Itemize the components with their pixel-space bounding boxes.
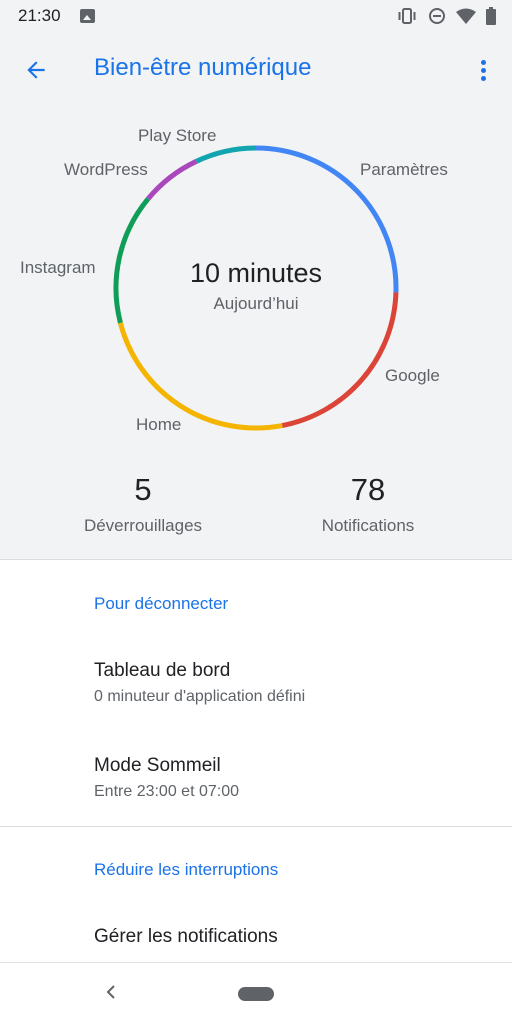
notifications-label: Notifications <box>321 516 415 535</box>
period-label: Aujourd’hui <box>213 294 299 313</box>
app-label-wordpress: WordPress <box>64 160 148 179</box>
status-icons <box>396 6 496 26</box>
dashboard-item[interactable]: Tableau de bord 0 minuteur d'application… <box>0 660 512 706</box>
vibrate-icon <box>398 8 416 24</box>
dashboard-subtitle: 0 minuteur d'application défini <box>94 688 306 705</box>
app-label-play-store: Play Store <box>138 126 217 145</box>
notifications-count: 78 <box>350 472 386 507</box>
manage-notifications-item[interactable]: Gérer les notifications <box>0 926 512 948</box>
notifications-stat[interactable]: 78 Notifications <box>268 472 468 536</box>
section-header-interruptions: Réduire les interruptions <box>94 860 279 879</box>
do-not-disturb-icon <box>429 8 445 24</box>
usage-summary: Bien-être numérique Paramètres Google Ho… <box>0 32 512 560</box>
image-icon <box>80 9 95 23</box>
app-label-home: Home <box>136 415 182 434</box>
battery-icon <box>486 7 496 25</box>
home-pill-icon[interactable] <box>238 987 274 1001</box>
total-screen-time: 10 minutes <box>189 258 323 288</box>
unlocks-label: Déverrouillages <box>83 516 203 535</box>
sleep-mode-subtitle: Entre 23:00 et 07:00 <box>94 783 239 800</box>
app-label-parametres: Paramètres <box>360 160 448 179</box>
dashboard-title: Tableau de bord <box>94 660 231 681</box>
unlocks-stat[interactable]: 5 Déverrouillages <box>43 472 243 536</box>
nav-back-icon <box>106 985 115 999</box>
sleep-mode-item[interactable]: Mode Sommeil Entre 23:00 et 07:00 <box>0 755 512 801</box>
donut-segment-play-store <box>195 145 257 164</box>
donut-segment-home <box>117 322 283 431</box>
app-label-google: Google <box>385 366 440 385</box>
manage-notifications-title: Gérer les notifications <box>94 926 278 947</box>
nav-back-button[interactable] <box>98 979 124 1005</box>
donut-segment-wordpress <box>146 159 198 201</box>
unlocks-count: 5 <box>134 472 152 507</box>
app-label-instagram: Instagram <box>20 258 96 277</box>
sleep-mode-title: Mode Sommeil <box>94 755 221 776</box>
status-bar: 21:30 <box>0 0 512 32</box>
section-header-disconnect: Pour déconnecter <box>94 594 229 613</box>
status-time: 21:30 <box>18 6 61 25</box>
navigation-bar <box>0 962 512 1024</box>
donut-segment-instagram <box>113 197 151 324</box>
section-divider <box>0 826 512 827</box>
wifi-icon <box>456 8 476 24</box>
